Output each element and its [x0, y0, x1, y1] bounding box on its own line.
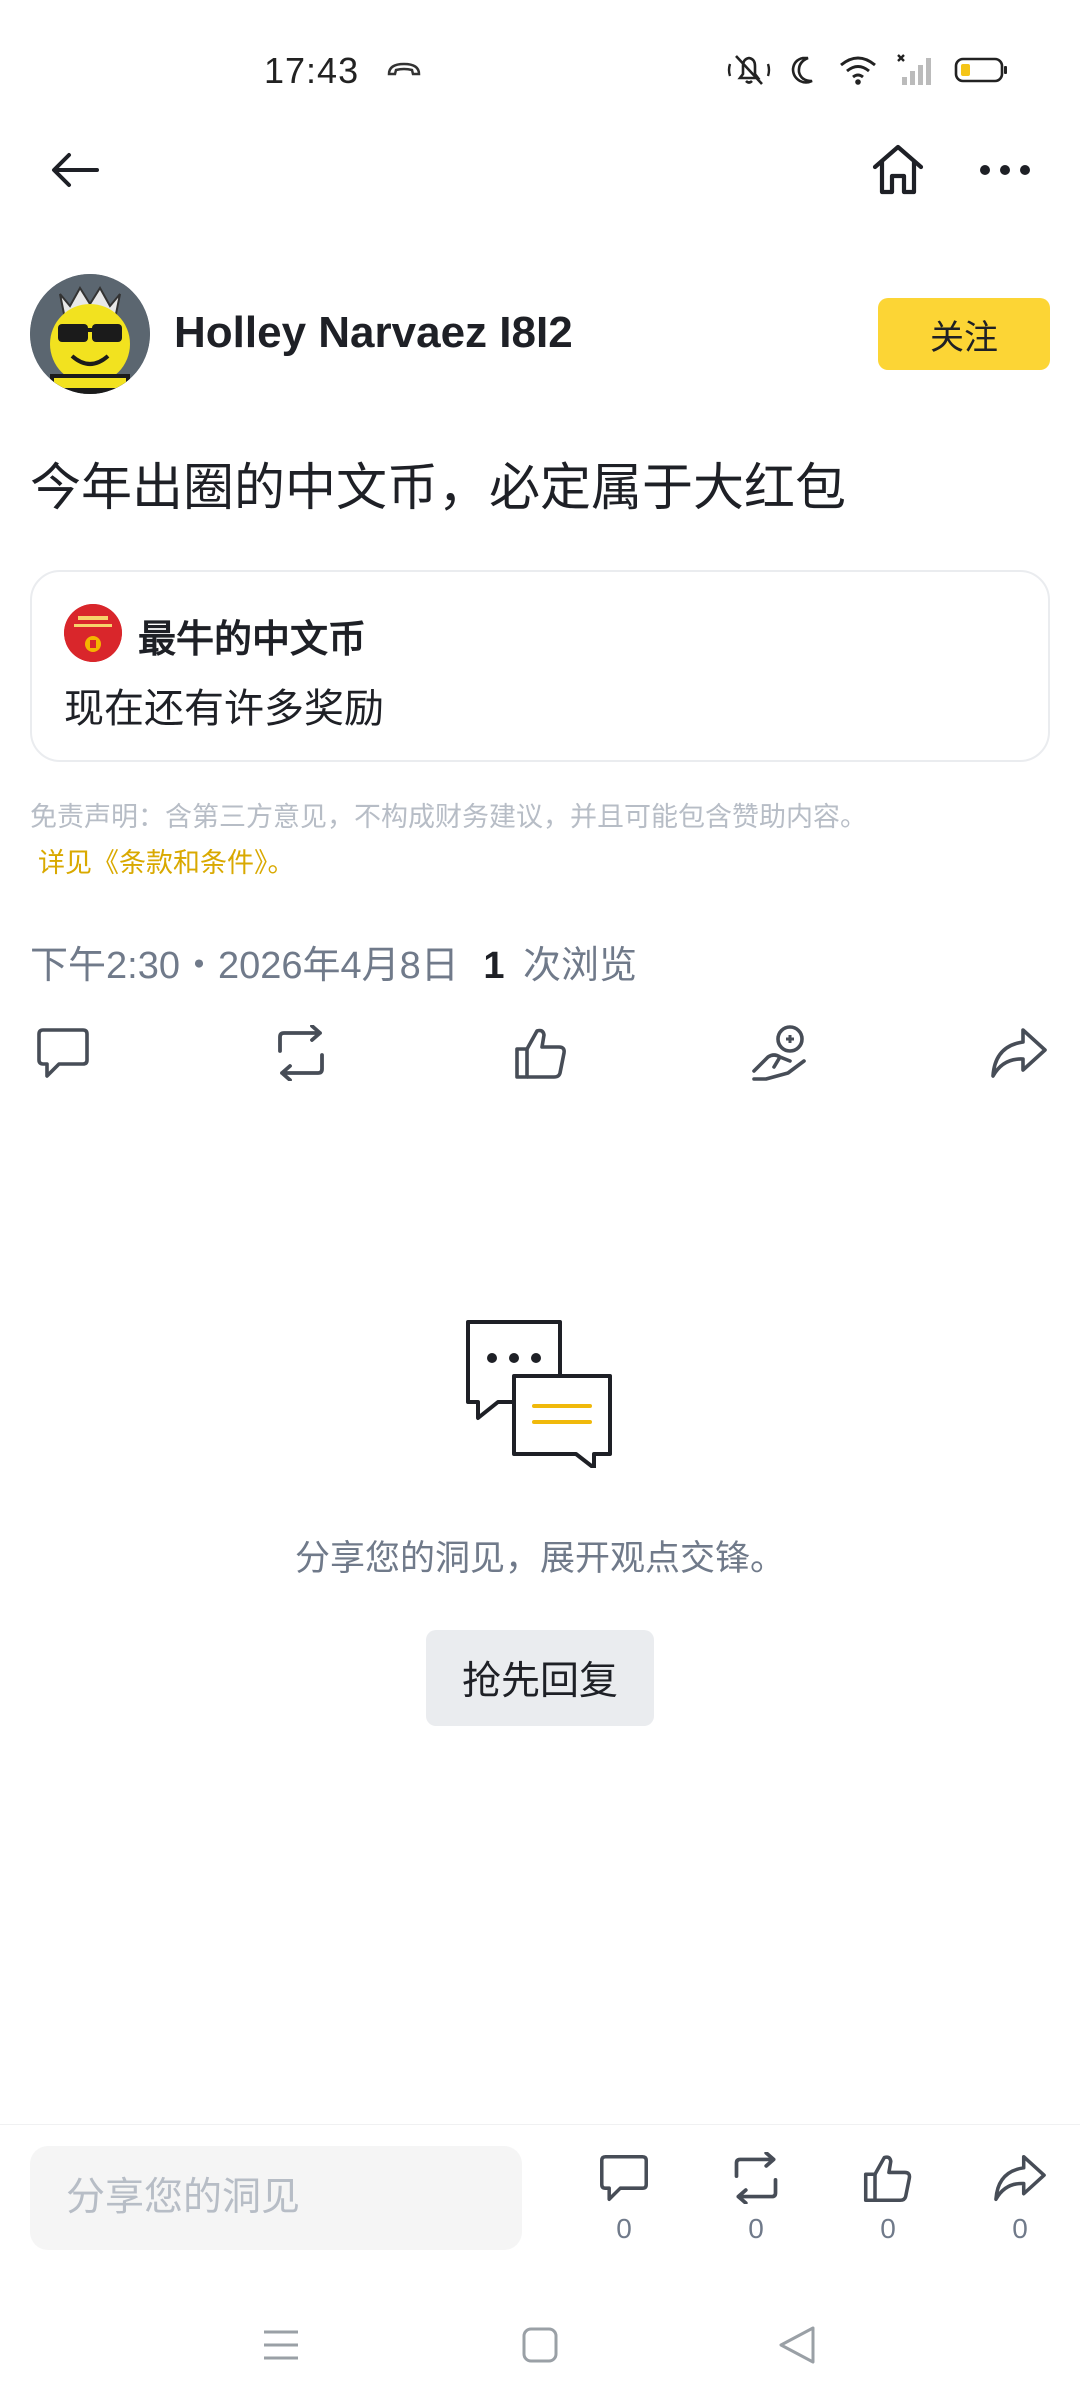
views-count: 1: [483, 945, 505, 987]
terms-link[interactable]: 详见《条款和条件》。: [30, 840, 1050, 886]
bottom-share-button[interactable]: 0: [980, 2149, 1060, 2249]
nav-back-button[interactable]: [762, 2310, 832, 2380]
square-icon: [522, 2327, 558, 2363]
signal-icon: [896, 53, 936, 87]
repost-count: 0: [748, 2213, 764, 2244]
back-arrow-icon: [52, 153, 99, 187]
comment-count: 0: [616, 2213, 632, 2244]
status-time: 17:43: [264, 50, 360, 91]
share-button[interactable]: [986, 1020, 1052, 1086]
tip-button[interactable]: [748, 1020, 814, 1086]
comment-input[interactable]: [30, 2146, 522, 2250]
back-button[interactable]: [40, 140, 110, 200]
repost-button[interactable]: [268, 1020, 334, 1086]
nav-home-button[interactable]: [505, 2310, 575, 2380]
battery-icon: [954, 54, 1010, 86]
status-bar: 17:43: [0, 0, 1080, 140]
like-icon: [856, 2149, 920, 2207]
share-icon: [988, 2149, 1052, 2207]
empty-state-text: 分享您的洞见，展开观点交锋。: [294, 1539, 785, 1578]
status-icons: [726, 50, 1010, 90]
more-button[interactable]: [970, 138, 1040, 202]
bottom-like-button[interactable]: 0: [848, 2149, 928, 2249]
call-icon: [386, 60, 422, 80]
tip-icon: [752, 1025, 806, 1081]
share-icon: [991, 1028, 1047, 1078]
home-icon: [872, 144, 924, 195]
actions-row: [30, 1020, 1050, 1090]
like-count: 0: [880, 2213, 896, 2244]
home-button[interactable]: [866, 138, 930, 202]
moon-icon: [790, 54, 820, 86]
comment-icon: [592, 2149, 656, 2207]
like-icon: [515, 1028, 566, 1079]
quote-subtitle: 现在还有许多奖励: [64, 687, 384, 731]
avatar[interactable]: [30, 274, 150, 394]
nav-menu-button[interactable]: [246, 2310, 316, 2380]
share-count: 0: [1012, 2213, 1028, 2244]
comment-button[interactable]: [30, 1020, 96, 1086]
post-meta: 下午2:30・2026年4月8日 1 次浏览: [30, 934, 637, 989]
repost-icon: [278, 1025, 324, 1081]
first-reply-button[interactable]: 抢先回复: [426, 1630, 654, 1726]
disclaimer: 免责声明：含第三方意见，不构成财务建议，并且可能包含赞助内容。 详见《条款和条件…: [30, 794, 1050, 886]
repost-icon: [724, 2149, 788, 2207]
mute-icon: [726, 52, 772, 88]
like-button[interactable]: [508, 1020, 574, 1086]
follow-button[interactable]: 关注: [878, 298, 1050, 370]
wifi-icon: [838, 54, 878, 86]
chat-bubbles-icon: [464, 1318, 616, 1470]
red-envelope-icon: [64, 604, 122, 662]
comment-icon: [37, 1028, 89, 1078]
bottom-repost-button[interactable]: 0: [716, 2149, 796, 2249]
bottom-bar: 0 0 0 0: [0, 2124, 1080, 2274]
author-name[interactable]: Holley Narvaez I8I2: [174, 308, 573, 358]
disclaimer-text: 免责声明：含第三方意见，不构成财务建议，并且可能包含赞助内容。: [30, 802, 867, 832]
menu-icon: [264, 2330, 298, 2360]
quote-title: 最牛的中文币: [138, 619, 367, 661]
author-row: Holley Narvaez I8I2 关注: [30, 272, 1050, 396]
more-icon: [980, 165, 1030, 175]
triangle-back-icon: [779, 2326, 815, 2364]
system-nav-bar: [0, 2290, 1080, 2400]
views-label: 次浏览: [523, 945, 638, 987]
post-text: 今年出圈的中文币，必定属于大红包: [30, 459, 847, 516]
quote-card[interactable]: 最牛的中文币 现在还有许多奖励: [30, 570, 1050, 762]
post-timestamp: 下午2:30・2026年4月8日: [30, 945, 459, 987]
top-bar: [0, 130, 1080, 210]
bottom-comment-button[interactable]: 0: [584, 2149, 664, 2249]
